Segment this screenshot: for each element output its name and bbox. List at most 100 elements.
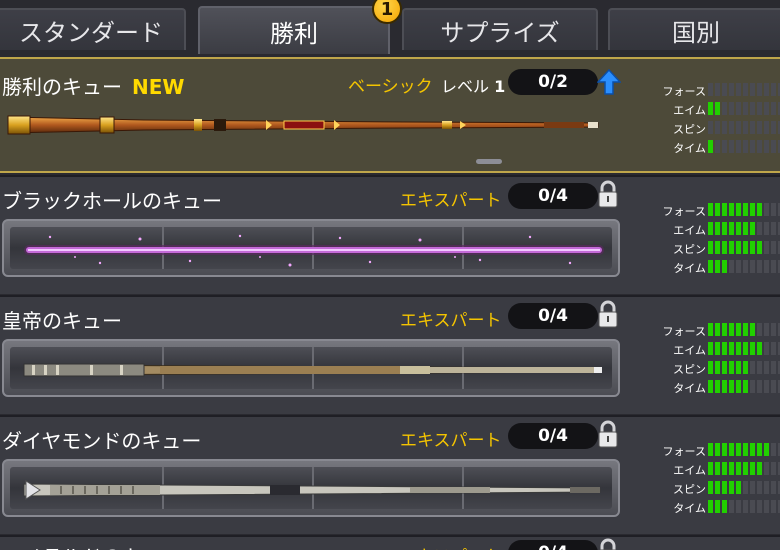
force-bar [708,443,780,456]
stat-segment [771,481,776,494]
stat-segment [750,121,755,134]
stat-segment [771,323,776,336]
stat-label: エイム [673,464,706,477]
stat-aim: エイム [630,100,780,119]
stat-segment [722,323,727,336]
tab-country[interactable]: 国別 [608,8,780,50]
stat-segment [736,323,741,336]
cue-row-blackhole[interactable]: ブラックホールのキュー エキスパート 0/4 フォース エイム スピン タイム [0,175,780,294]
stat-segment [743,361,748,374]
stat-segment [764,342,769,355]
stat-spin: スピン [630,359,780,378]
stat-time: タイム [630,498,780,517]
stat-segment [708,83,713,96]
stat-segment [757,481,762,494]
stat-segment [771,500,776,513]
stat-segment [715,121,720,134]
stat-aim: エイム [630,460,780,479]
stat-segment [736,500,741,513]
cue-row-emperor[interactable]: 皇帝のキュー エキスパート 0/4 フォース エイム スピン タイム [0,295,780,414]
stat-segment [757,500,762,513]
stat-segment [771,83,776,96]
stat-segment [750,203,755,216]
force-bar [708,83,780,96]
stat-label: スピン [673,123,706,136]
stat-segment [750,380,755,393]
stat-segment [708,481,713,494]
stat-segment [743,140,748,153]
cue-tier: エキスパート [400,542,502,550]
stat-segment [722,121,727,134]
stat-segment [757,102,762,115]
upgrade-arrow-icon[interactable] [597,69,621,95]
stat-segment [771,140,776,153]
stat-segment [708,121,713,134]
stat-segment [743,83,748,96]
cue-frame [2,219,620,277]
stat-segment [715,83,720,96]
stat-label: フォース [662,205,706,218]
spin-bar [708,481,780,494]
cue-name: エメラルドのキュー [2,541,182,550]
time-bar [708,260,780,273]
spin-bar [708,121,780,134]
stat-segment [729,342,734,355]
stat-segment [736,481,741,494]
stat-segment [743,222,748,235]
aim-bar [708,102,780,115]
stat-segment [708,380,713,393]
cue-frame [2,339,620,397]
stat-segment [715,361,720,374]
stat-segment [736,203,741,216]
stat-aim: エイム [630,220,780,239]
stat-segment [736,380,741,393]
cue-image [7,115,599,135]
stat-segment [708,361,713,374]
time-bar [708,380,780,393]
stat-segment [715,260,720,273]
stat-segment [771,462,776,475]
stat-label: エイム [673,224,706,237]
spin-bar [708,241,780,254]
cue-stats: フォース エイム スピン タイム [630,321,780,397]
stat-segment [736,222,741,235]
stat-segment [750,83,755,96]
stat-segment [757,121,762,134]
tab-standard[interactable]: スタンダード [0,8,186,50]
cue-image [23,363,602,377]
stat-segment [757,380,762,393]
stat-segment [764,380,769,393]
stat-segment [729,203,734,216]
cue-name: 皇帝のキュー [2,309,122,333]
stat-label: スピン [673,483,706,496]
cue-frame [2,459,620,517]
stat-segment [736,342,741,355]
stat-segment [729,222,734,235]
lock-icon [598,300,618,328]
stat-segment [750,500,755,513]
stat-segment [729,443,734,456]
cue-row-diamond[interactable]: ダイヤモンドのキュー エキスパート 0/4 フォース エイム スピン タイム [0,415,780,534]
stat-segment [750,102,755,115]
tab-surprise[interactable]: サプライズ [402,8,598,50]
stat-segment [771,222,776,235]
aim-bar [708,342,780,355]
stat-label: タイム [673,502,706,515]
stat-segment [715,481,720,494]
lock-icon [598,420,618,448]
cue-progress-counter: 0/4 [508,303,598,329]
cue-image [23,480,601,500]
cue-row-victory[interactable]: 勝利のキュー NEW ベーシック レベル 1 0/2 フォース エイム スピン … [0,57,780,173]
cue-row-emerald[interactable]: エメラルドのキュー エキスパート 0/4 [0,535,780,550]
stat-segment [757,203,762,216]
stat-segment [708,140,713,153]
stat-segment [757,443,762,456]
stat-label: エイム [673,104,706,117]
stat-segment [743,342,748,355]
tab-victory[interactable]: 勝利 [198,6,390,54]
stat-segment [729,323,734,336]
stat-segment [729,462,734,475]
cue-tier: エキスパート [400,431,502,451]
stat-segment [743,102,748,115]
stat-time: タイム [630,378,780,397]
